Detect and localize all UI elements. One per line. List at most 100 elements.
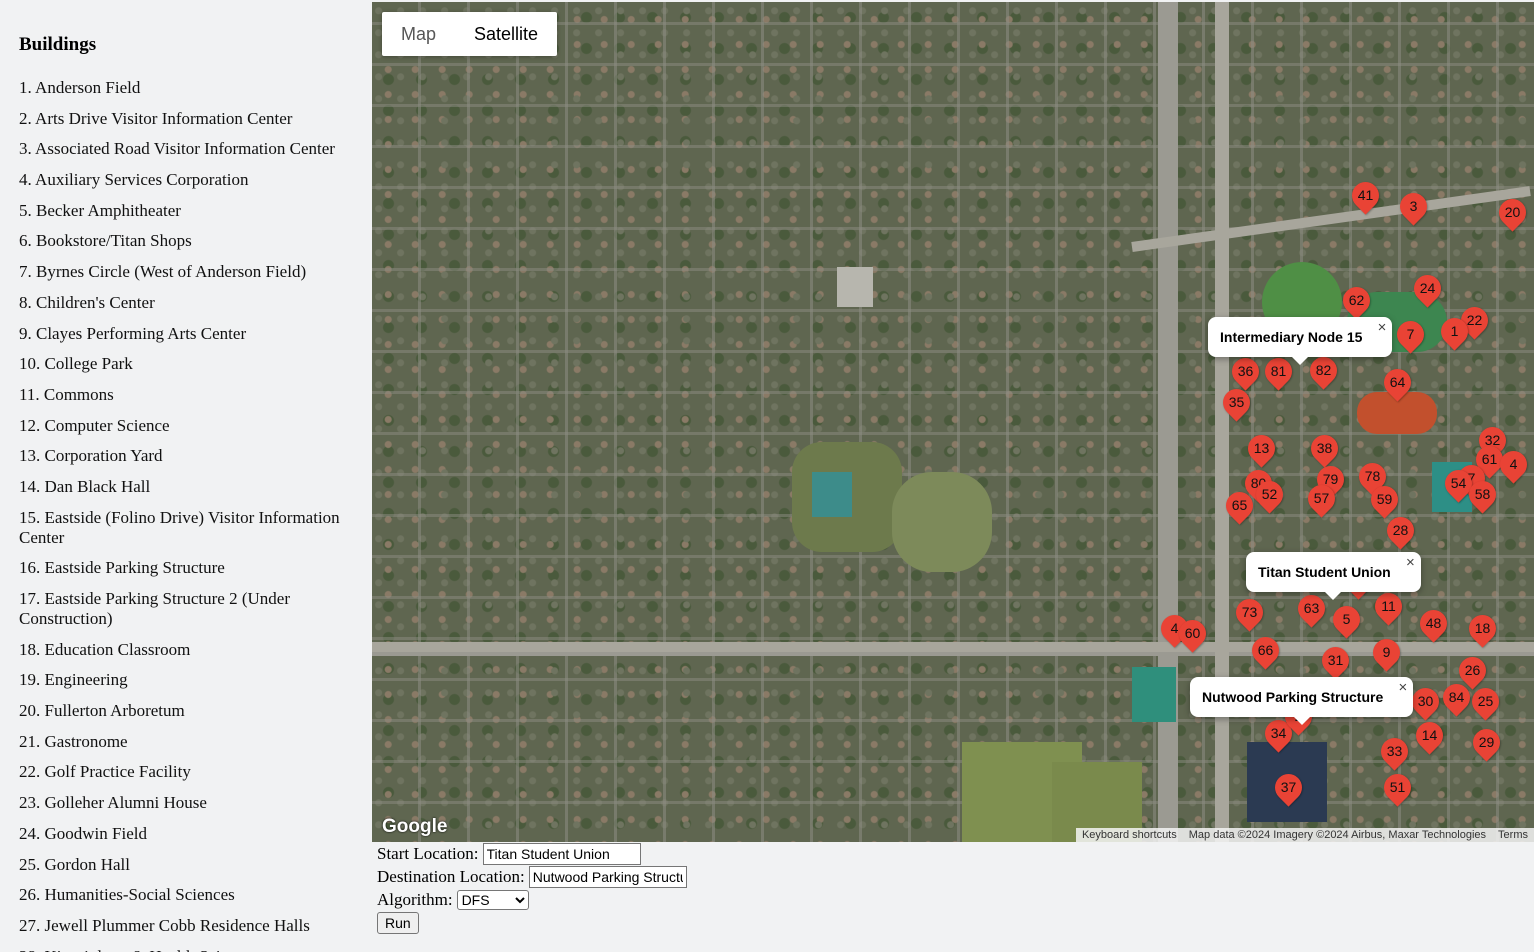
- map-marker-label: 5: [1342, 610, 1350, 627]
- building-list-item: 19. Engineering: [19, 670, 128, 690]
- map-marker-icon[interactable]: 1: [1434, 311, 1474, 351]
- map-marker-icon[interactable]: 73: [1229, 592, 1269, 632]
- building-list-item: 21. Gastronome: [19, 731, 128, 751]
- map-marker-icon[interactable]: 36: [1225, 351, 1265, 391]
- map-marker-icon[interactable]: 3: [1393, 186, 1433, 226]
- map-marker-label: 36: [1237, 362, 1253, 379]
- map-marker-icon[interactable]: 35: [1216, 382, 1256, 422]
- map-marker-icon[interactable]: 14: [1409, 715, 1449, 755]
- map-marker-icon[interactable]: 7: [1390, 314, 1430, 354]
- map-marker-label: 4: [1509, 455, 1517, 472]
- keyboard-shortcuts-link[interactable]: Keyboard shortcuts: [1076, 828, 1183, 842]
- building-list-item: 16. Eastside Parking Structure: [19, 558, 225, 578]
- map-marker-label: 60: [1184, 624, 1200, 641]
- map-marker-icon[interactable]: 31: [1315, 640, 1355, 680]
- map-marker-label: 57: [1313, 489, 1329, 506]
- map-marker-label: 26: [1464, 661, 1480, 678]
- satellite-map[interactable]: Map Satellite 41 3 20 62 24 22 1 7 36 81 82 64 35 13 3…: [372, 2, 1534, 842]
- map-marker-label: 59: [1376, 490, 1392, 507]
- map-marker-icon[interactable]: 52: [1249, 474, 1289, 514]
- map-marker-label: 41: [1357, 186, 1373, 203]
- map-marker-icon[interactable]: 5: [1326, 599, 1366, 639]
- map-marker-icon[interactable]: 38: [1304, 428, 1344, 468]
- map-marker-icon[interactable]: 57: [1301, 478, 1341, 518]
- map-marker-label: 28: [1392, 521, 1408, 538]
- map-marker-icon[interactable]: 41: [1345, 175, 1385, 215]
- map-marker-label: 38: [1316, 439, 1332, 456]
- map-marker-label: 7: [1406, 325, 1414, 342]
- map-data-text: Map data ©2024 Imagery ©2024 Airbus, Max…: [1188, 829, 1487, 841]
- info-window-start[interactable]: Titan Student Union ×: [1246, 552, 1421, 600]
- destination-location-input[interactable]: [528, 865, 687, 888]
- map-marker-icon[interactable]: 64: [1377, 362, 1417, 402]
- info-window-destination[interactable]: Nutwood Parking Structure ×: [1190, 677, 1414, 725]
- map-marker-label: 18: [1474, 619, 1490, 636]
- map-marker-label: 82: [1315, 361, 1331, 378]
- map-marker-icon[interactable]: 25: [1465, 681, 1505, 721]
- map-marker-icon[interactable]: 62: [1336, 280, 1376, 320]
- algorithm-select[interactable]: DFS: [456, 889, 529, 910]
- map-marker-icon[interactable]: 24: [1407, 268, 1447, 308]
- map-marker-label: 3: [1409, 197, 1417, 214]
- building-list-item: 14. Dan Black Hall: [19, 476, 151, 496]
- map-marker-label: 58: [1474, 485, 1490, 502]
- close-icon[interactable]: ×: [1398, 679, 1407, 696]
- close-icon[interactable]: ×: [1406, 554, 1415, 571]
- building-list-item: 15. Eastside (Folino Drive) Visitor Info…: [19, 507, 340, 547]
- building-list-item: 26. Humanities-Social Sciences: [19, 885, 235, 905]
- destination-location-label: Destination Location:: [377, 866, 525, 886]
- building-list-item: 18. Education Classroom: [19, 639, 191, 659]
- info-window-destination-label: Nutwood Parking Structure: [1202, 689, 1384, 705]
- building-list-item: 27. Jewell Plummer Cobb Residence Halls: [19, 915, 310, 935]
- building-list-item: 10. College Park: [19, 354, 133, 374]
- map-marker-icon[interactable]: 65: [1219, 485, 1259, 525]
- map-marker-icon[interactable]: 63: [1291, 588, 1331, 628]
- start-location-label: Start Location:: [377, 843, 479, 863]
- map-marker-label: 1: [1450, 322, 1458, 339]
- run-button[interactable]: Run: [377, 912, 419, 934]
- map-type-map-button[interactable]: Map: [382, 12, 455, 56]
- map-marker-icon[interactable]: 84: [1436, 677, 1476, 717]
- map-attribution: Keyboard shortcuts Map data ©2024 Imager…: [1075, 828, 1534, 842]
- map-marker-label: 20: [1504, 203, 1520, 220]
- map-marker-label: 31: [1327, 651, 1343, 668]
- map-marker-icon[interactable]: 48: [1413, 603, 1453, 643]
- map-marker-icon[interactable]: 20: [1492, 192, 1532, 232]
- building-list-item: 13. Corporation Yard: [19, 446, 163, 466]
- map-type-satellite-button[interactable]: Satellite: [455, 12, 557, 56]
- map-marker-label: 25: [1477, 692, 1493, 709]
- building-list-item: 20. Fullerton Arboretum: [19, 701, 185, 721]
- map-marker-label: 9: [1382, 643, 1390, 660]
- map-marker-icon[interactable]: 51: [1377, 767, 1417, 807]
- map-marker-icon[interactable]: 66: [1245, 630, 1285, 670]
- map-marker-label: 48: [1425, 614, 1441, 631]
- map-marker-icon[interactable]: 29: [1466, 722, 1506, 762]
- start-location-input[interactable]: [482, 842, 641, 865]
- building-list-item: 22. Golf Practice Facility: [19, 762, 191, 782]
- info-window-intermediary[interactable]: Intermediary Node 15 ×: [1208, 317, 1393, 365]
- map-marker-icon[interactable]: 28: [1380, 510, 1420, 550]
- map-marker-icon[interactable]: 13: [1241, 428, 1281, 468]
- map-marker-icon[interactable]: 58: [1462, 474, 1502, 514]
- map-marker-label: 30: [1417, 692, 1433, 709]
- building-list-item: 3. Associated Road Visitor Information C…: [19, 139, 335, 159]
- map-marker-label: 33: [1386, 742, 1402, 759]
- map-marker-icon[interactable]: 18: [1462, 608, 1502, 648]
- map-marker-icon[interactable]: 4: [1493, 444, 1533, 484]
- map-marker-label: 63: [1303, 599, 1319, 616]
- map-marker-icon[interactable]: 11: [1368, 586, 1408, 626]
- close-icon[interactable]: ×: [1378, 319, 1387, 336]
- map-marker-icon[interactable]: 37: [1268, 767, 1308, 807]
- map-marker-icon[interactable]: 9: [1366, 632, 1406, 672]
- map-marker-label: 35: [1228, 393, 1244, 410]
- terms-link[interactable]: Terms: [1492, 828, 1534, 842]
- building-list-item: 25. Gordon Hall: [19, 854, 130, 874]
- building-list-item: 7. Byrnes Circle (West of Anderson Field…: [19, 262, 307, 282]
- buildings-sidebar: Buildings 1. Anderson Field 2. Arts Drive…: [0, 0, 372, 952]
- map-marker-icon[interactable]: 33: [1374, 731, 1414, 771]
- map-marker-label: 11: [1380, 597, 1396, 614]
- map-marker-icon[interactable]: 60: [1172, 613, 1212, 653]
- map-marker-icon[interactable]: 59: [1364, 479, 1404, 519]
- building-list-item: 6. Bookstore/Titan Shops: [19, 231, 192, 251]
- info-window-start-label: Titan Student Union: [1258, 564, 1391, 580]
